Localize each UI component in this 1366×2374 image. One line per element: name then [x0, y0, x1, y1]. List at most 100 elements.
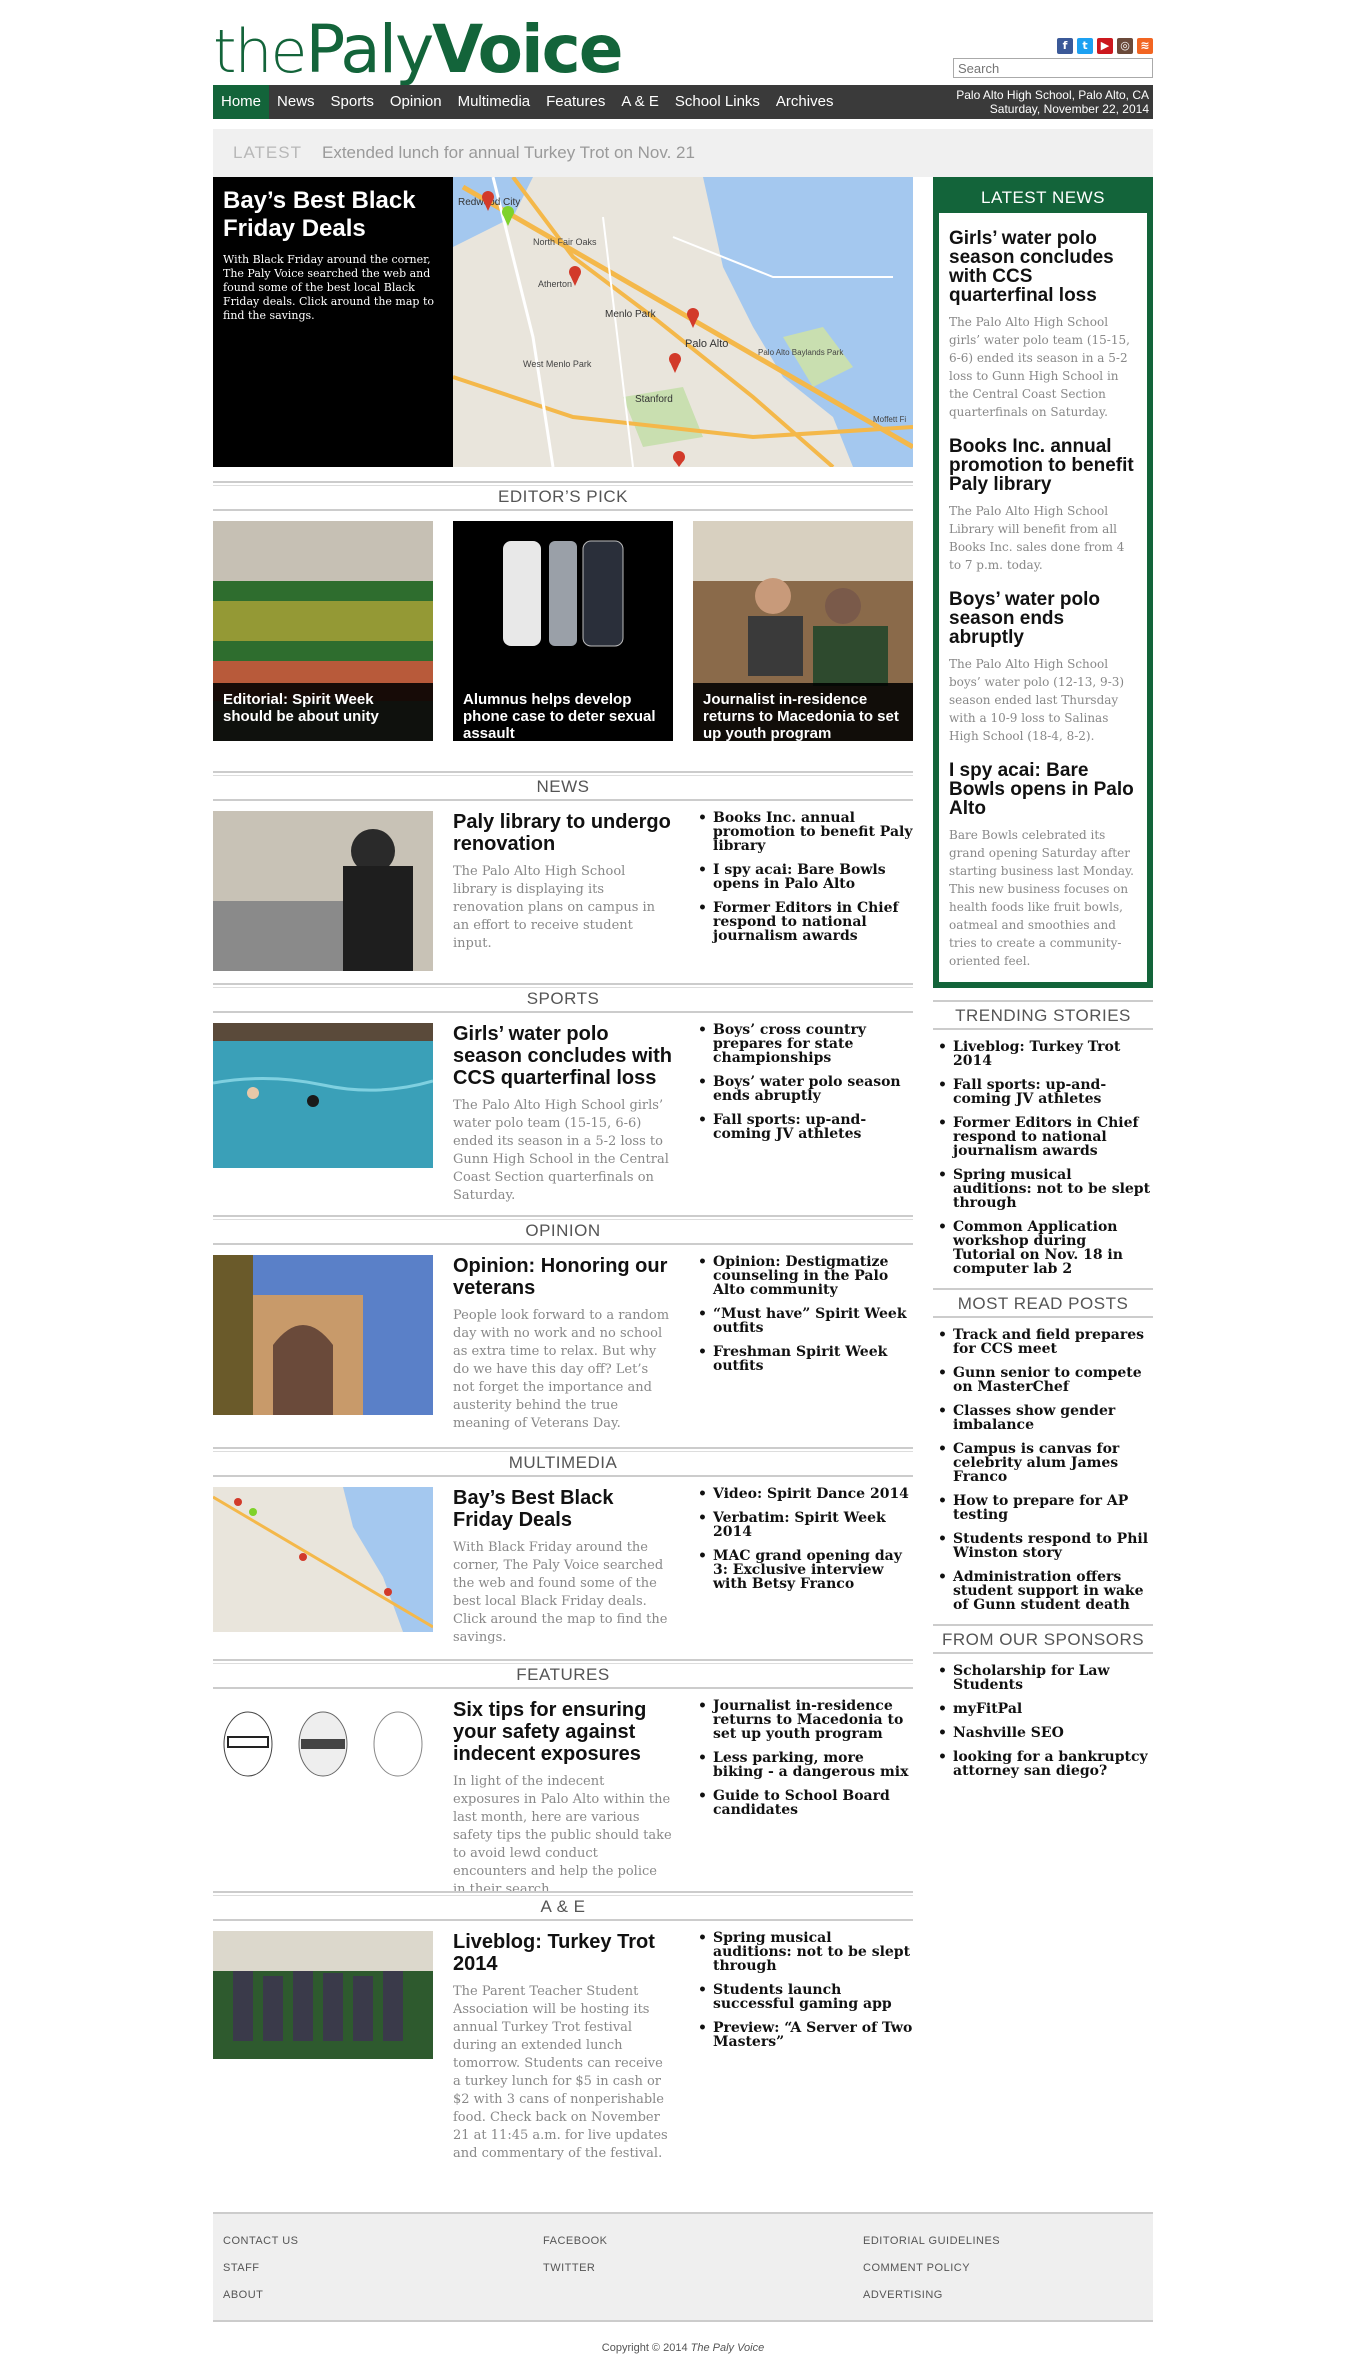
nav-item-school-links[interactable]: School Links	[667, 85, 768, 119]
latest-news-title[interactable]: Girls’ water polo season concludes with …	[949, 229, 1137, 305]
news-lead-title[interactable]: Paly library to undergo renovation	[453, 811, 673, 855]
sports-lead-title[interactable]: Girls’ water polo season concludes with …	[453, 1023, 673, 1089]
trending-link[interactable]: Former Editors in Chief respond to natio…	[933, 1116, 1153, 1158]
latest-news-title[interactable]: Books Inc. annual promotion to benefit P…	[949, 437, 1137, 494]
section-heading-news[interactable]: NEWS	[213, 771, 913, 801]
features-thumbnail[interactable]	[213, 1699, 433, 1809]
opinion-link[interactable]: “Must have” Spirit Week outfits	[698, 1307, 913, 1335]
site-logo[interactable]: thePalyVoice	[213, 10, 623, 92]
hero-feature: Bay’s Best Black Friday Deals With Black…	[213, 177, 913, 467]
footer-link-twitter[interactable]: TWITTER	[543, 2255, 608, 2282]
multimedia-link[interactable]: MAC grand opening day 3: Exclusive inter…	[698, 1549, 913, 1591]
hero-text-box[interactable]: Bay’s Best Black Friday Deals With Black…	[213, 177, 453, 467]
footer-link-about[interactable]: ABOUT	[223, 2282, 299, 2309]
ticker-link[interactable]: Extended lunch for annual Turkey Trot on…	[322, 143, 695, 163]
trending-link[interactable]: Common Application workshop during Tutor…	[933, 1220, 1153, 1276]
nav-item-sports[interactable]: Sports	[323, 85, 382, 119]
nav-item-archives[interactable]: Archives	[768, 85, 842, 119]
section-heading-sports[interactable]: SPORTS	[213, 983, 913, 1013]
opinion-link[interactable]: Freshman Spirit Week outfits	[698, 1345, 913, 1373]
trending-link[interactable]: Spring musical auditions: not to be slep…	[933, 1168, 1153, 1210]
map-label-north-fair-oaks: North Fair Oaks	[533, 237, 597, 247]
most-read-link[interactable]: Track and field prepares for CCS meet	[933, 1328, 1153, 1356]
editors-pick-card[interactable]: Alumnus helps develop phone case to dete…	[453, 521, 673, 741]
footer-link-facebook[interactable]: FACEBOOK	[543, 2228, 608, 2255]
nav-item-a-and-e[interactable]: A & E	[613, 85, 667, 119]
a-and-e-link[interactable]: Students launch successful gaming app	[698, 1983, 913, 2011]
sponsor-link[interactable]: Nashville SEO	[933, 1726, 1153, 1740]
school-location: Palo Alto High School, Palo Alto, CA	[956, 88, 1149, 102]
section-heading-multimedia[interactable]: MULTIMEDIA	[213, 1447, 913, 1477]
latest-news-heading: LATEST NEWS	[939, 183, 1147, 213]
nav-item-opinion[interactable]: Opinion	[382, 85, 450, 119]
nav-item-news[interactable]: News	[269, 85, 323, 119]
editors-pick-card[interactable]: Journalist in-residence returns to Maced…	[693, 521, 913, 741]
youtube-icon[interactable]: ▶	[1097, 38, 1113, 54]
nav-item-home[interactable]: Home	[213, 85, 270, 119]
most-read-link[interactable]: Gunn senior to compete on MasterChef	[933, 1366, 1153, 1394]
opinion-link[interactable]: Opinion: Destigmatize counseling in the …	[698, 1255, 913, 1297]
nav-item-features[interactable]: Features	[538, 85, 613, 119]
multimedia-lead-summary: With Black Friday around the corner, The…	[453, 1540, 668, 1645]
most-read-link[interactable]: Campus is canvas for celebrity alum Jame…	[933, 1442, 1153, 1484]
deals-map[interactable]: Redwood City North Fair Oaks Atherton Me…	[453, 177, 913, 467]
section-heading-a-and-e[interactable]: A & E	[213, 1891, 913, 1921]
sponsor-link[interactable]: Scholarship for Law Students	[933, 1664, 1153, 1692]
editors-pick-grid: Editorial: Spirit Week should be about u…	[213, 521, 913, 741]
sports-link[interactable]: Boys’ cross country prepares for state c…	[698, 1023, 913, 1065]
footer-link-advertising[interactable]: ADVERTISING	[863, 2282, 1000, 2309]
sponsor-link[interactable]: looking for a bankruptcy attorney san di…	[933, 1750, 1153, 1778]
search-input[interactable]	[953, 58, 1153, 78]
hero-title[interactable]: Bay’s Best Black Friday Deals	[223, 187, 443, 243]
twitter-icon[interactable]: t	[1077, 38, 1093, 54]
main-nav: Home News Sports Opinion Multimedia Feat…	[213, 85, 1153, 119]
section-heading-opinion[interactable]: OPINION	[213, 1215, 913, 1245]
trending-link[interactable]: Liveblog: Turkey Trot 2014	[933, 1040, 1153, 1068]
news-link[interactable]: Former Editors in Chief respond to natio…	[698, 901, 913, 943]
most-read-link[interactable]: How to prepare for AP testing	[933, 1494, 1153, 1522]
editors-pick-caption[interactable]: Editorial: Spirit Week should be about u…	[213, 683, 433, 741]
footer-link-staff[interactable]: STAFF	[223, 2255, 299, 2282]
facebook-icon[interactable]: f	[1057, 38, 1073, 54]
multimedia-lead-title[interactable]: Bay’s Best Black Friday Deals	[453, 1487, 673, 1531]
sports-link[interactable]: Fall sports: up-and-coming JV athletes	[698, 1113, 913, 1141]
news-link[interactable]: Books Inc. annual promotion to benefit P…	[698, 811, 913, 853]
footer-link-comment-policy[interactable]: COMMENT POLICY	[863, 2255, 1000, 2282]
footer-link-editorial-guidelines[interactable]: EDITORIAL GUIDELINES	[863, 2228, 1000, 2255]
multimedia-link[interactable]: Verbatim: Spirit Week 2014	[698, 1511, 913, 1539]
multimedia-thumbnail[interactable]	[213, 1487, 433, 1632]
a-and-e-link[interactable]: Preview: “A Server of Two Masters”	[698, 2021, 913, 2049]
nav-item-multimedia[interactable]: Multimedia	[450, 85, 539, 119]
editors-pick-card[interactable]: Editorial: Spirit Week should be about u…	[213, 521, 433, 741]
section-heading-features[interactable]: FEATURES	[213, 1659, 913, 1689]
multimedia-link[interactable]: Video: Spirit Dance 2014	[698, 1487, 913, 1501]
most-read-link[interactable]: Students respond to Phil Winston story	[933, 1532, 1153, 1560]
sponsor-link[interactable]: myFitPal	[933, 1702, 1153, 1716]
multimedia-link-list: Video: Spirit Dance 2014 Verbatim: Spiri…	[698, 1487, 913, 1649]
opinion-thumbnail[interactable]	[213, 1255, 433, 1415]
latest-news-title[interactable]: Boys’ water polo season ends abruptly	[949, 590, 1137, 647]
most-read-link[interactable]: Administration offers student support in…	[933, 1570, 1153, 1612]
news-thumbnail[interactable]	[213, 811, 433, 971]
sports-thumbnail[interactable]	[213, 1023, 433, 1168]
editors-pick-caption[interactable]: Journalist in-residence returns to Maced…	[693, 683, 913, 741]
a-and-e-lead-title[interactable]: Liveblog: Turkey Trot 2014	[453, 1931, 673, 1975]
news-link[interactable]: I spy acai: Bare Bowls opens in Palo Alt…	[698, 863, 913, 891]
features-lead-title[interactable]: Six tips for ensuring your safety agains…	[453, 1699, 673, 1765]
rss-icon[interactable]: ≋	[1137, 38, 1153, 54]
a-and-e-thumbnail[interactable]	[213, 1931, 433, 2059]
latest-news-summary: The Palo Alto High School boys’ water po…	[949, 657, 1125, 743]
latest-news-title[interactable]: I spy acai: Bare Bowls opens in Palo Alt…	[949, 761, 1137, 818]
footer-link-contact[interactable]: CONTACT US	[223, 2228, 299, 2255]
opinion-lead-title[interactable]: Opinion: Honoring our veterans	[453, 1255, 673, 1299]
trending-link[interactable]: Fall sports: up-and-coming JV athletes	[933, 1078, 1153, 1106]
sports-link[interactable]: Boys’ water polo season ends abruptly	[698, 1075, 913, 1103]
features-link[interactable]: Less parking, more biking - a dangerous …	[698, 1751, 913, 1779]
instagram-icon[interactable]: ◎	[1117, 38, 1133, 54]
features-link[interactable]: Journalist in-residence returns to Maced…	[698, 1699, 913, 1741]
a-and-e-link[interactable]: Spring musical auditions: not to be slep…	[698, 1931, 913, 1973]
editors-pick-caption[interactable]: Alumnus helps develop phone case to dete…	[453, 683, 673, 741]
a-and-e-link-list: Spring musical auditions: not to be slep…	[698, 1931, 913, 2163]
features-link[interactable]: Guide to School Board candidates	[698, 1789, 913, 1817]
most-read-link[interactable]: Classes show gender imbalance	[933, 1404, 1153, 1432]
